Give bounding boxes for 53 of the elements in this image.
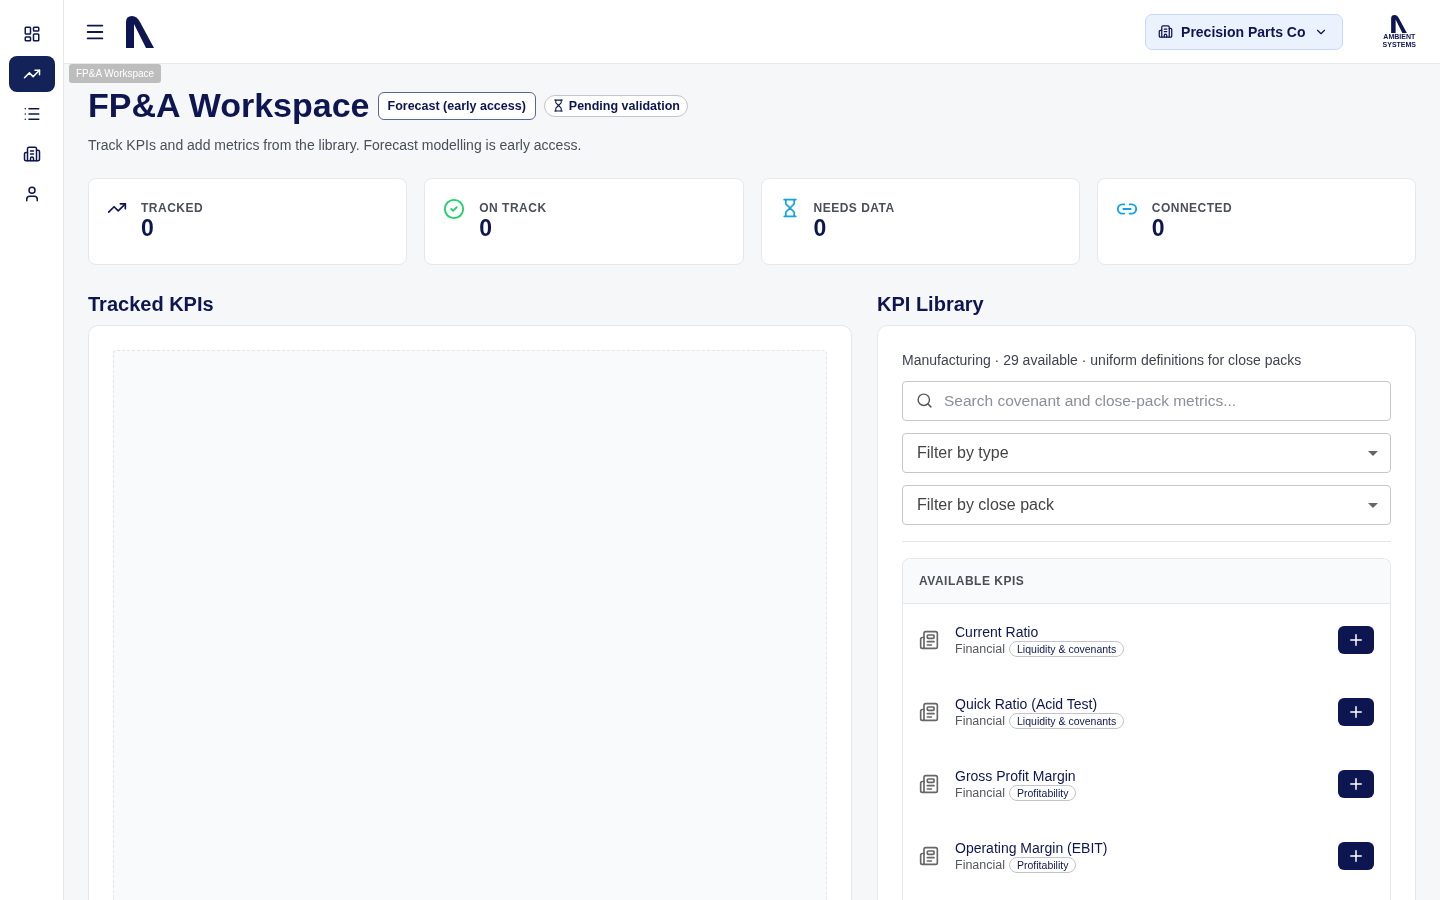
company-selector[interactable]: Precision Parts Co bbox=[1145, 13, 1343, 50]
document-icon bbox=[919, 774, 939, 794]
document-icon bbox=[919, 846, 939, 866]
plus-icon bbox=[1347, 847, 1365, 865]
section-title: Tracked KPIs bbox=[88, 293, 215, 316]
filter-dropdown[interactable]: Filter by close pack bbox=[902, 485, 1391, 525]
plus-icon bbox=[1347, 703, 1365, 721]
tooltip: FP&A Workspace bbox=[69, 64, 162, 83]
building-icon bbox=[1158, 24, 1174, 39]
page-title: FP&A Workspace bbox=[88, 86, 370, 125]
kpi-type: Financial bbox=[955, 713, 1006, 728]
stat-label: ON TRACK bbox=[479, 201, 547, 215]
search-field[interactable]: Search covenant and close-pack metrics... bbox=[902, 381, 1391, 421]
caret-icon bbox=[1368, 450, 1378, 456]
plus-icon bbox=[1347, 631, 1365, 649]
section-title: KPI Library bbox=[877, 293, 985, 316]
logo-icon bbox=[124, 15, 156, 48]
stat-label: CONNECTED bbox=[1151, 201, 1233, 215]
kpi-type: Financial bbox=[955, 641, 1006, 656]
add-button[interactable] bbox=[1338, 770, 1374, 798]
stat-label: TRACKED bbox=[141, 201, 204, 215]
filter-dropdown[interactable]: Filter by type bbox=[902, 433, 1391, 473]
add-button[interactable] bbox=[1338, 842, 1374, 870]
stat-value: 0 bbox=[141, 215, 155, 242]
add-button[interactable] bbox=[1338, 626, 1374, 654]
list-title: AVAILABLE KPIS bbox=[919, 574, 1025, 588]
stat-value: 0 bbox=[479, 215, 494, 242]
kpi-type: Financial bbox=[955, 857, 1006, 872]
list-icon bbox=[22, 105, 41, 123]
building-icon bbox=[22, 145, 41, 163]
kpi-name: Quick Ratio (Acid Test) bbox=[955, 695, 1099, 712]
search-icon bbox=[916, 392, 933, 409]
caret-icon bbox=[1368, 502, 1378, 508]
logo-icon bbox=[1390, 14, 1409, 33]
hourglass-icon bbox=[551, 99, 565, 112]
dashboard-icon bbox=[22, 25, 41, 43]
forecast-badge: Forecast (early access) bbox=[377, 91, 536, 120]
kpi-name: Current Ratio bbox=[955, 623, 1040, 640]
page-subtitle: Track KPIs and add metrics from the library. Forecast modelling is early access. bbox=[88, 137, 583, 153]
document-icon bbox=[919, 702, 939, 722]
document-icon bbox=[919, 630, 939, 650]
kpi-type: Financial bbox=[955, 785, 1006, 800]
stat-label: NEEDS DATA bbox=[813, 201, 895, 215]
kpi-name: Gross Profit Margin bbox=[955, 767, 1077, 784]
check-circle-icon bbox=[443, 198, 466, 220]
kpi-name: Operating Margin (EBIT) bbox=[955, 839, 1109, 856]
plus-icon bbox=[1347, 775, 1365, 793]
status-badge: Pending validation bbox=[543, 94, 688, 117]
sidebar-item[interactable] bbox=[8, 56, 55, 92]
library-summary: Manufacturing · 29 available · uniform definitions for close packs bbox=[902, 352, 1303, 368]
stat-value: 0 bbox=[813, 215, 828, 242]
stat-value: 0 bbox=[1151, 215, 1166, 242]
add-button[interactable] bbox=[1338, 698, 1374, 726]
